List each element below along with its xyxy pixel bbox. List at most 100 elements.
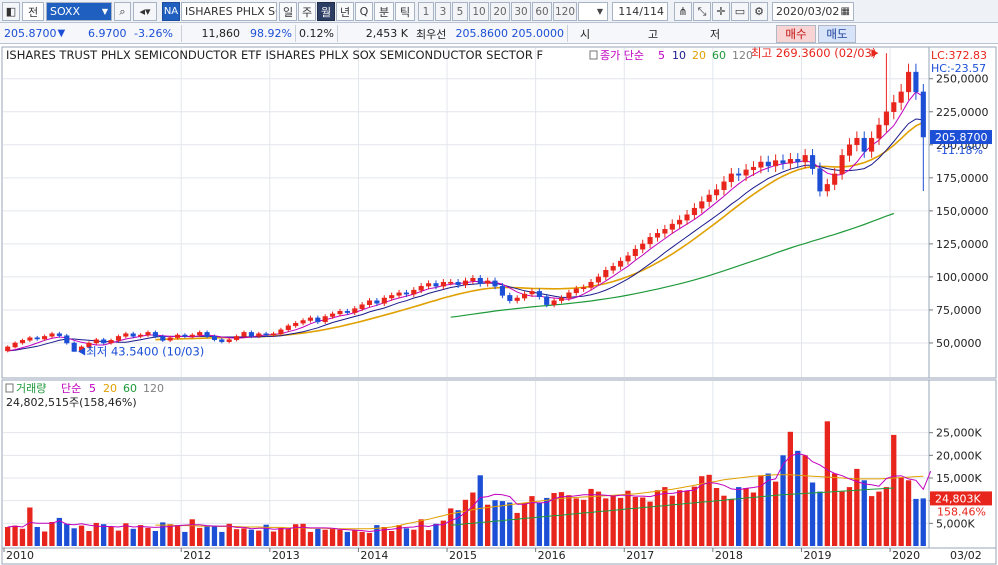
volume-bar-up (19, 528, 26, 546)
date-picker[interactable]: 2020/03/02 ▦ (772, 2, 854, 21)
volume-bar-up (581, 499, 587, 546)
chart-title: ISHARES TRUST PHLX SEMICONDUCTOR ETF ISH… (6, 48, 543, 62)
candle-up (750, 166, 757, 171)
candle-down (507, 295, 513, 301)
time-tick-label: 2015 (449, 549, 477, 562)
volume-bar-down (544, 497, 550, 546)
candle-up (706, 194, 712, 202)
candle-down (861, 137, 867, 152)
expand-icon[interactable]: ⤡ (693, 2, 711, 21)
period-tab-tick[interactable]: 틱 (395, 2, 415, 21)
symbol-combobox[interactable]: SOXX ▼ (46, 2, 112, 21)
period-tab-year[interactable]: 년 (336, 2, 354, 21)
minute-option-label: 3 (439, 5, 447, 18)
candle-up (846, 144, 853, 156)
volume-ratio-text: 98.92% (250, 27, 292, 40)
volume-bar-up (640, 497, 646, 546)
best-ask-value: 205.8600 (455, 27, 509, 40)
minute-option-3[interactable]: 3 (435, 2, 451, 21)
candle-up (898, 91, 904, 103)
date-text: 2020/03/02 (776, 5, 840, 18)
data-count-field[interactable]: 114/114 (612, 2, 668, 21)
data-count-text: 114/114 (618, 5, 664, 18)
candle-up (330, 313, 336, 317)
price-volume-chart[interactable]: 250,0000225,0000200,0000175,0000150,0000… (0, 44, 998, 565)
candle-up (832, 173, 838, 185)
candle-up (174, 334, 181, 338)
minute-option-label: 10 (472, 5, 486, 18)
volume-bar-down (344, 531, 350, 546)
settings-gear-icon[interactable]: ⚙ (750, 2, 768, 21)
candle-down (795, 159, 801, 163)
candle-up (470, 277, 476, 282)
volume-bar-up (108, 527, 114, 546)
minute-option-10[interactable]: 10 (469, 2, 489, 21)
candle-up (300, 320, 306, 324)
save-icon[interactable]: ▭ (731, 2, 749, 21)
chart-window-icon[interactable]: ◧ (2, 2, 20, 21)
volume-bar-up (514, 512, 520, 546)
volume-bar-up (802, 455, 808, 546)
search-icon[interactable]: ⌕ (114, 2, 131, 21)
minute-option-5[interactable]: 5 (452, 2, 468, 21)
compare-icon[interactable]: ⋔ (674, 2, 692, 21)
minute-option-20[interactable]: 20 (490, 2, 510, 21)
candle-up (27, 337, 33, 341)
buy-button[interactable]: 매수 (776, 25, 816, 43)
volume-bar-up (137, 525, 144, 546)
candle-up (123, 333, 129, 337)
period-tab-week[interactable]: 주 (298, 2, 316, 21)
volume-bar-down (182, 531, 188, 546)
volume-tick-label: 5,000K (936, 517, 975, 530)
price-tick-label: 125,0000 (936, 238, 989, 251)
period-tab-label: 분 (378, 5, 390, 19)
minute-option-label: 20 (493, 5, 507, 18)
sell-button[interactable]: 매도 (818, 25, 856, 43)
candle-down (920, 91, 926, 138)
down-arrow-icon: ▼ (57, 28, 66, 39)
ma-legend-5: 5 (658, 49, 665, 62)
volume-bar-up (337, 529, 343, 546)
price-change: 6.9700 (88, 25, 130, 42)
volume-ma-5: 5 (89, 382, 96, 395)
market-selector[interactable]: 전 (22, 2, 44, 21)
candle-up (366, 300, 373, 305)
interval-input[interactable]: ▼ (578, 2, 608, 21)
minute-option-label: 30 (514, 5, 528, 18)
current-volume-pct-label: 158.46% (937, 505, 986, 518)
candle-up (522, 293, 528, 299)
minute-option-30[interactable]: 30 (511, 2, 531, 21)
volume-bar-up (750, 492, 757, 546)
period-tab-minute[interactable]: 분 (374, 2, 394, 21)
volume-bar-up (773, 481, 779, 546)
volume-bar-down (101, 524, 107, 546)
chart-area[interactable]: 250,0000 225,0000 200,0000 175,0000 150,0000… (0, 44, 998, 565)
period-tab-day[interactable]: 일 (279, 2, 297, 21)
candle-up (743, 169, 749, 176)
candle-up (138, 334, 144, 337)
minute-option-1[interactable]: 1 (418, 2, 434, 21)
candle-down (492, 280, 498, 287)
candle-up (5, 346, 11, 352)
sound-dropdown-icon[interactable]: ◂▾ (133, 2, 157, 21)
volume-bar-up (359, 531, 365, 546)
minute-option-120[interactable]: 120 (553, 2, 577, 21)
volume-bar-up (425, 530, 432, 546)
period-tab-quarter[interactable]: Q (355, 2, 373, 21)
candle-up (558, 297, 565, 301)
minute-option-60[interactable]: 60 (532, 2, 552, 21)
current-price-pct-label: -11.18% (937, 144, 983, 157)
candle-up (440, 281, 446, 287)
candle-up (595, 276, 601, 283)
candle-up (854, 137, 860, 146)
calendar-icon: ▦ (840, 6, 850, 17)
best-ask: 205.8600 (454, 25, 509, 42)
volume-text: 11,860 (201, 27, 241, 40)
candle-up (19, 340, 26, 344)
volume-bar-up (86, 531, 92, 546)
candle-up (381, 297, 387, 304)
candle-up (352, 308, 358, 313)
period-tab-month[interactable]: 월 (317, 2, 335, 21)
crosshair-icon[interactable]: ✛ (712, 2, 730, 21)
volume-bar-down (34, 527, 40, 546)
